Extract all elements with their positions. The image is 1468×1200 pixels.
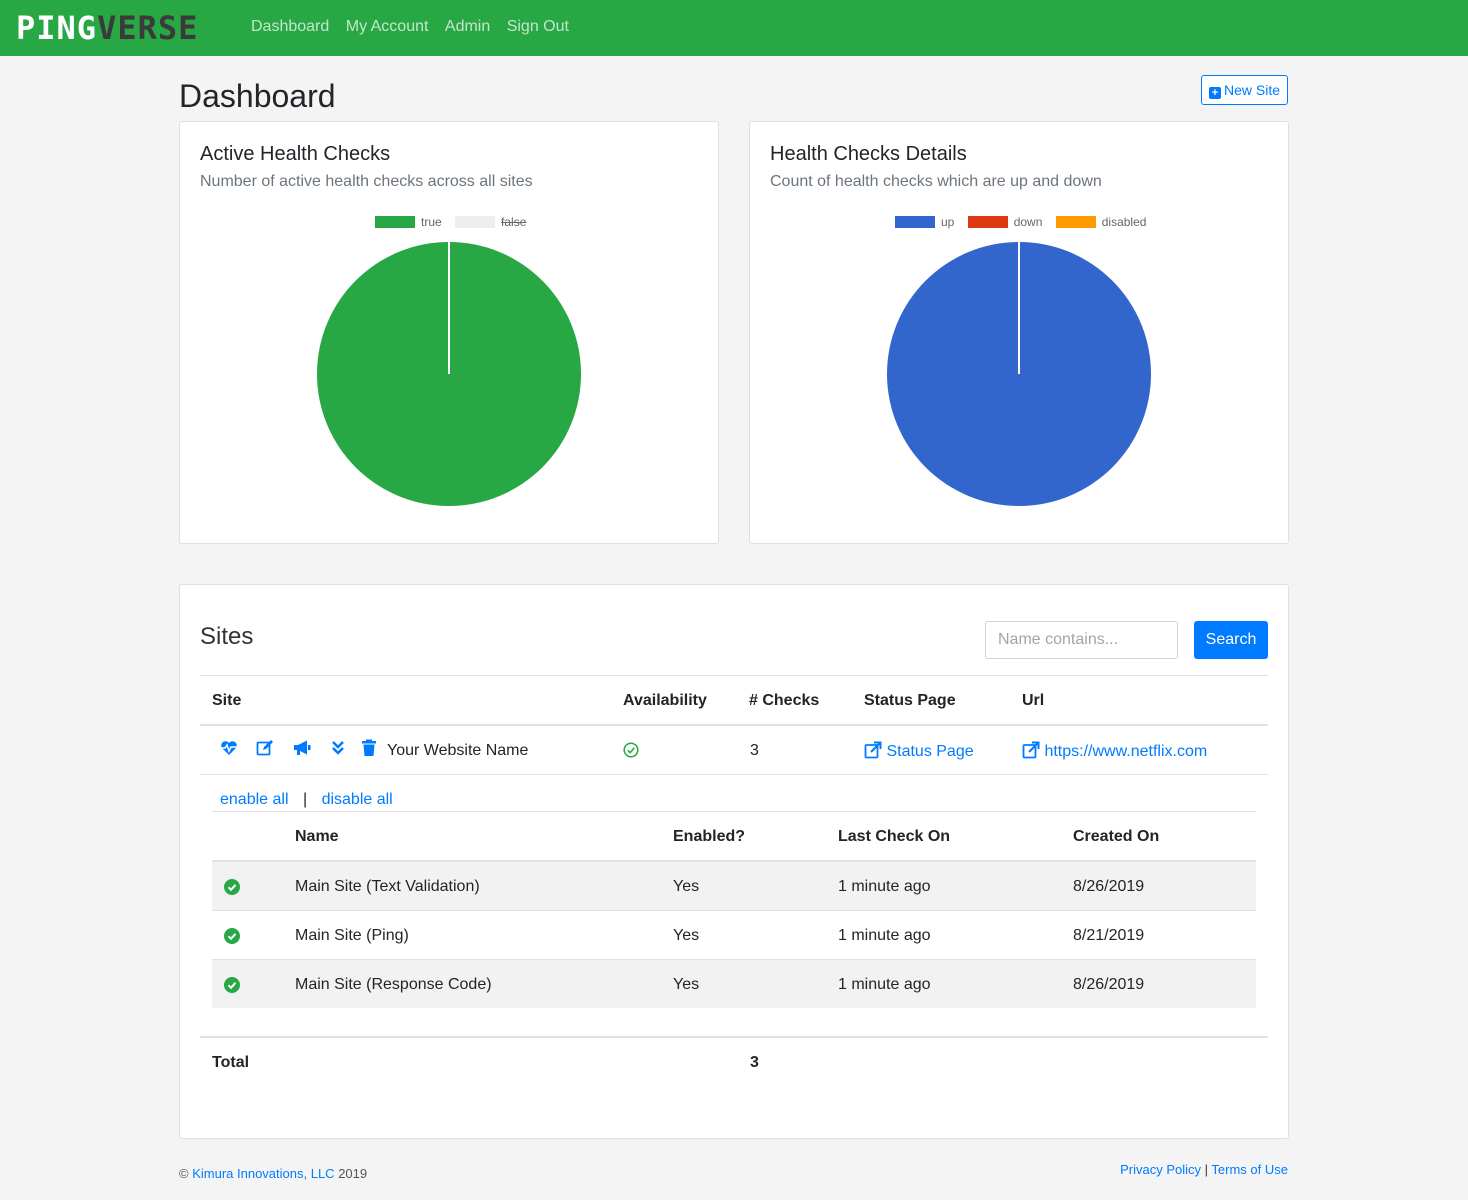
- check-last-check: 1 minute ago: [838, 976, 931, 993]
- enable-all-link[interactable]: enable all: [220, 791, 289, 808]
- check-name: Main Site (Ping): [295, 927, 409, 944]
- external-link-icon: [864, 741, 882, 759]
- legend-swatch: [375, 216, 415, 228]
- footer-separator: |: [1204, 1162, 1209, 1177]
- total-value: 3: [750, 1054, 759, 1071]
- site-url-link[interactable]: https://www.netflix.com: [1022, 741, 1207, 762]
- active-health-checks-card: Active Health Checks Number of active he…: [179, 121, 719, 544]
- legend-item-down[interactable]: down: [967, 215, 1043, 229]
- legend-label: disabled: [1101, 215, 1147, 229]
- top-navbar: PINGVERSE Dashboard My Account Admin Sig…: [0, 0, 1468, 56]
- check-created: 8/21/2019: [1073, 927, 1145, 944]
- status-page-label: Status Page: [886, 743, 974, 760]
- check-name: Main Site (Text Validation): [295, 878, 480, 895]
- check-status-icon: [224, 879, 240, 895]
- check-last-check: 1 minute ago: [838, 878, 931, 895]
- check-created: 8/26/2019: [1073, 878, 1145, 895]
- search-button[interactable]: Search: [1194, 621, 1268, 659]
- check-created: 8/26/2019: [1073, 976, 1145, 993]
- terms-of-use-link[interactable]: Terms of Use: [1211, 1162, 1288, 1177]
- legend-label: up: [941, 215, 955, 229]
- brand-logo-part2: VERSE: [97, 9, 199, 47]
- column-header-checks: # Checks: [749, 692, 820, 709]
- legend-label: true: [421, 215, 442, 229]
- site-url-label: https://www.netflix.com: [1044, 743, 1208, 760]
- check-enabled: Yes: [673, 878, 700, 895]
- legend-item-true[interactable]: true: [375, 215, 442, 229]
- site-name-search-input[interactable]: [985, 621, 1178, 659]
- megaphone-icon[interactable]: [293, 739, 311, 757]
- table-top-border: [200, 675, 1268, 676]
- active-checks-pie-chart: [317, 242, 581, 506]
- link-separator: |: [302, 791, 308, 808]
- site-name: Your Website Name: [387, 742, 529, 759]
- new-site-label: New Site: [1223, 82, 1281, 98]
- legend-swatch: [895, 216, 935, 228]
- privacy-policy-link[interactable]: Privacy Policy: [1120, 1162, 1201, 1177]
- row-bottom-border: [200, 774, 1268, 775]
- card-subtitle: Count of health checks which are up and …: [770, 173, 1102, 190]
- external-link-icon: [1022, 741, 1040, 759]
- legend-label: down: [1013, 215, 1043, 229]
- subcolumn-header-last-check: Last Check On: [838, 828, 951, 845]
- card-title: Active Health Checks: [200, 143, 391, 165]
- footer-copyright: © Kimura Innovations, LLC 2019: [179, 1166, 367, 1181]
- column-header-site: Site: [212, 692, 242, 709]
- check-name: Main Site (Response Code): [295, 976, 492, 993]
- edit-icon[interactable]: [256, 739, 274, 757]
- brand-logo[interactable]: PINGVERSE: [16, 8, 198, 48]
- legend-label: false: [501, 215, 527, 229]
- sites-card: Sites Search Site Availability # Checks …: [179, 584, 1289, 1139]
- nav-links: Dashboard My Account Admin Sign Out: [251, 18, 581, 36]
- footer-links: Privacy Policy | Terms of Use: [1120, 1162, 1288, 1177]
- total-label: Total: [212, 1054, 250, 1071]
- check-enabled: Yes: [673, 976, 700, 993]
- check-enabled: Yes: [673, 927, 700, 944]
- legend-swatch: [967, 216, 1008, 228]
- check-status-icon: [224, 928, 240, 944]
- column-header-status-page: Status Page: [864, 692, 956, 709]
- heartbeat-icon[interactable]: [220, 739, 238, 757]
- subcolumn-header-name: Name: [295, 828, 339, 845]
- check-last-check: 1 minute ago: [838, 927, 931, 944]
- column-header-url: Url: [1022, 692, 1045, 709]
- page-title: Dashboard: [179, 78, 336, 114]
- nav-admin[interactable]: Admin: [445, 18, 490, 36]
- health-details-pie-chart: [887, 242, 1151, 506]
- card-subtitle: Number of active health checks across al…: [200, 173, 533, 190]
- legend-swatch: [455, 216, 496, 228]
- site-check-count: 3: [750, 742, 759, 759]
- subtable-top-border: [212, 811, 1256, 812]
- brand-logo-part1: PING: [16, 9, 98, 47]
- chevron-double-down-icon[interactable]: [329, 739, 347, 757]
- legend-swatch: [1055, 216, 1096, 228]
- legend-item-up[interactable]: up: [895, 215, 954, 229]
- availability-check-icon: [623, 742, 639, 758]
- disable-all-link[interactable]: disable all: [322, 791, 393, 808]
- new-site-button[interactable]: + New Site: [1201, 75, 1288, 105]
- column-header-availability: Availability: [623, 692, 707, 709]
- subcolumn-header-enabled: Enabled?: [673, 828, 746, 845]
- check-status-icon: [224, 977, 240, 993]
- trash-icon[interactable]: [360, 739, 378, 757]
- chart-legend: up down disabled: [895, 215, 1156, 229]
- card-title: Health Checks Details: [770, 143, 967, 165]
- plus-square-icon: +: [1208, 87, 1221, 99]
- legend-item-disabled[interactable]: disabled: [1055, 215, 1147, 229]
- chart-legend: true false: [375, 215, 536, 229]
- company-link[interactable]: Kimura Innovations, LLC: [192, 1166, 334, 1181]
- copyright-year: 2019: [338, 1166, 368, 1181]
- nav-sign-out[interactable]: Sign Out: [507, 18, 569, 36]
- nav-dashboard[interactable]: Dashboard: [251, 18, 329, 36]
- legend-item-false[interactable]: false: [455, 215, 526, 229]
- bulk-toggle-links: enable all | disable all: [220, 790, 393, 810]
- copyright-symbol: ©: [179, 1166, 189, 1181]
- subcolumn-header-created: Created On: [1073, 828, 1160, 845]
- status-page-link[interactable]: Status Page: [864, 741, 974, 762]
- health-checks-details-card: Health Checks Details Count of health ch…: [749, 121, 1289, 544]
- nav-my-account[interactable]: My Account: [346, 18, 429, 36]
- header-bottom-border: [200, 724, 1268, 726]
- total-top-border: [200, 1036, 1268, 1038]
- sites-title: Sites: [200, 623, 254, 650]
